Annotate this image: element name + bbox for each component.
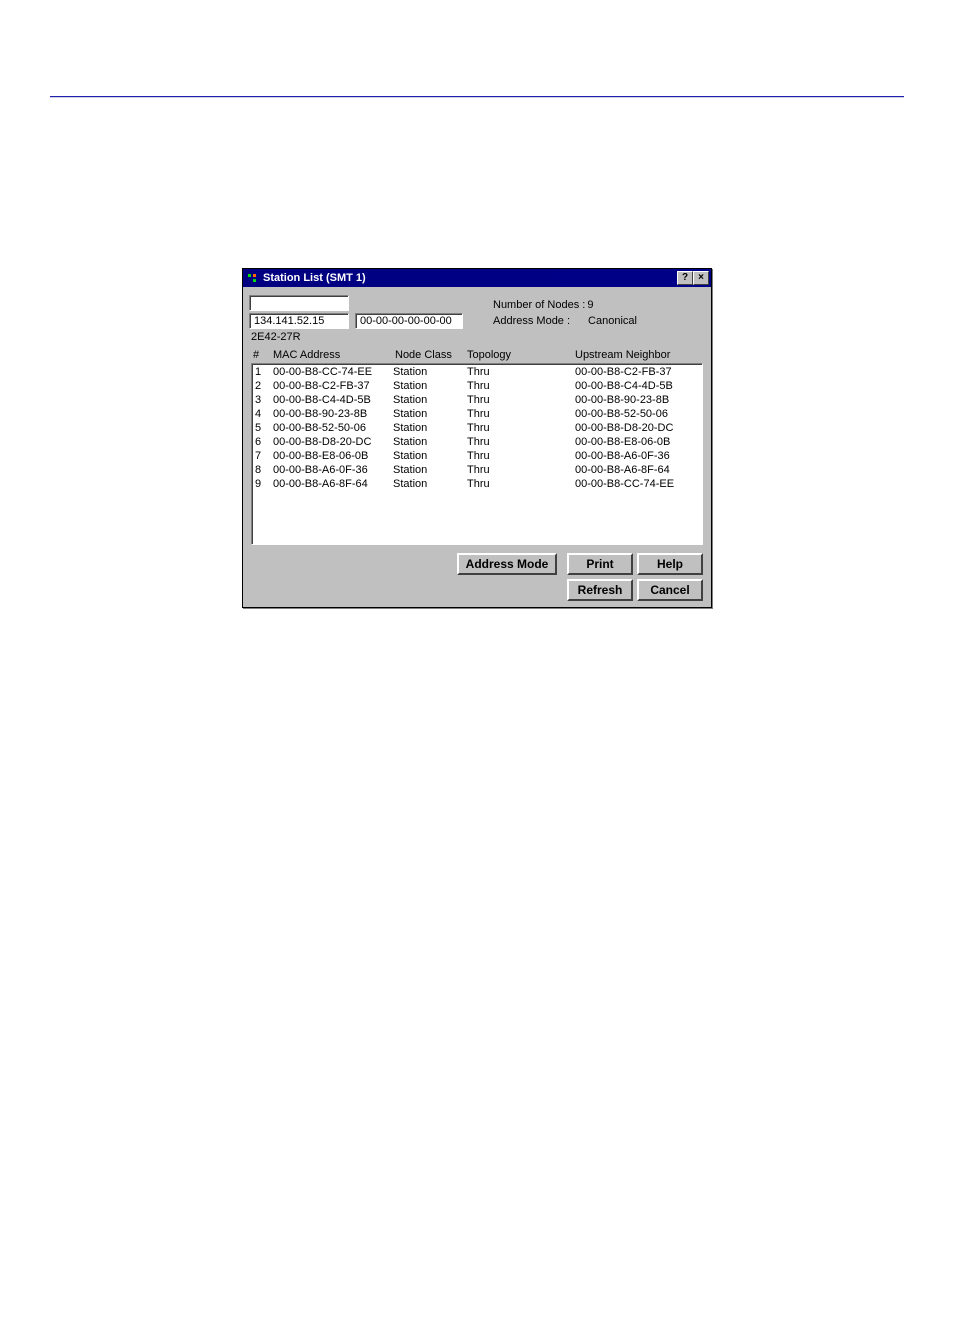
- table-row[interactable]: 600-00-B8-D8-20-DCStationThru00-00-B8-E8…: [255, 435, 699, 449]
- cell-class: Station: [393, 449, 467, 463]
- cell-num: 3: [255, 393, 273, 407]
- cell-mac: 00-00-B8-E8-06-0B: [273, 449, 393, 463]
- cell-neighbor: 00-00-B8-A6-8F-64: [575, 463, 699, 477]
- page-header-divider: [50, 96, 904, 98]
- cell-num: 8: [255, 463, 273, 477]
- cell-mac: 00-00-B8-C2-FB-37: [273, 379, 393, 393]
- cell-topology: Thru: [467, 379, 575, 393]
- cell-mac: 00-00-B8-C4-4D-5B: [273, 393, 393, 407]
- cell-neighbor: 00-00-B8-E8-06-0B: [575, 435, 699, 449]
- cell-class: Station: [393, 435, 467, 449]
- print-button[interactable]: Print: [567, 553, 633, 575]
- cell-class: Station: [393, 421, 467, 435]
- device-name: 2E42-27R: [249, 329, 463, 343]
- cell-neighbor: 00-00-B8-90-23-8B: [575, 393, 699, 407]
- cell-topology: Thru: [467, 421, 575, 435]
- dialog-body: 134.141.52.15 00-00-00-00-00-00 2E42-27R…: [243, 287, 711, 607]
- table-row[interactable]: 800-00-B8-A6-0F-36StationThru00-00-B8-A6…: [255, 463, 699, 477]
- cell-mac: 00-00-B8-D8-20-DC: [273, 435, 393, 449]
- titlebar[interactable]: Station List (SMT 1) ? ×: [243, 269, 711, 287]
- cell-mac: 00-00-B8-CC-74-EE: [273, 365, 393, 379]
- cell-topology: Thru: [467, 407, 575, 421]
- table-row[interactable]: 300-00-B8-C4-4D-5BStationThru00-00-B8-90…: [255, 393, 699, 407]
- table-row[interactable]: 100-00-B8-CC-74-EEStationThru00-00-B8-C2…: [255, 365, 699, 379]
- cell-num: 4: [255, 407, 273, 421]
- cancel-button[interactable]: Cancel: [637, 579, 703, 601]
- cell-num: 6: [255, 435, 273, 449]
- cell-class: Station: [393, 393, 467, 407]
- cell-neighbor: 00-00-B8-52-50-06: [575, 407, 699, 421]
- cell-class: Station: [393, 365, 467, 379]
- cell-topology: Thru: [467, 393, 575, 407]
- col-topology: Topology: [467, 349, 575, 361]
- cell-topology: Thru: [467, 435, 575, 449]
- cell-neighbor: 00-00-B8-D8-20-DC: [575, 421, 699, 435]
- cell-mac: 00-00-B8-52-50-06: [273, 421, 393, 435]
- station-listbox[interactable]: 100-00-B8-CC-74-EEStationThru00-00-B8-C2…: [251, 363, 703, 545]
- cell-neighbor: 00-00-B8-A6-0F-36: [575, 449, 699, 463]
- cell-class: Station: [393, 407, 467, 421]
- column-headers: # MAC Address Node Class Topology Upstre…: [249, 349, 705, 363]
- cell-num: 9: [255, 477, 273, 491]
- col-neighbor: Upstream Neighbor: [575, 349, 701, 361]
- cell-class: Station: [393, 463, 467, 477]
- table-row[interactable]: 400-00-B8-90-23-8BStationThru00-00-B8-52…: [255, 407, 699, 421]
- mode-value: Canonical: [588, 313, 637, 329]
- mac-field[interactable]: 00-00-00-00-00-00: [355, 313, 463, 329]
- cell-neighbor: 00-00-B8-CC-74-EE: [575, 477, 699, 491]
- cell-mac: 00-00-B8-90-23-8B: [273, 407, 393, 421]
- mode-label: Address Mode :: [493, 313, 570, 329]
- blank-field[interactable]: [249, 295, 349, 311]
- cell-class: Station: [393, 477, 467, 491]
- cell-class: Station: [393, 379, 467, 393]
- ip-field[interactable]: 134.141.52.15: [249, 313, 349, 329]
- cell-topology: Thru: [467, 477, 575, 491]
- app-icon: [245, 271, 259, 285]
- col-num: #: [253, 349, 273, 361]
- cell-neighbor: 00-00-B8-C4-4D-5B: [575, 379, 699, 393]
- table-row[interactable]: 700-00-B8-E8-06-0BStationThru00-00-B8-A6…: [255, 449, 699, 463]
- address-mode-button[interactable]: Address Mode: [457, 553, 557, 575]
- col-class: Node Class: [395, 349, 467, 361]
- cell-topology: Thru: [467, 463, 575, 477]
- cell-num: 2: [255, 379, 273, 393]
- nodes-label: Number of Nodes :: [493, 297, 585, 313]
- close-icon[interactable]: ×: [693, 271, 709, 285]
- cell-num: 7: [255, 449, 273, 463]
- cell-topology: Thru: [467, 365, 575, 379]
- cell-mac: 00-00-B8-A6-8F-64: [273, 477, 393, 491]
- station-list-dialog: Station List (SMT 1) ? × 134.141.52.15 0…: [242, 268, 712, 608]
- table-row[interactable]: 900-00-B8-A6-8F-64StationThru00-00-B8-CC…: [255, 477, 699, 491]
- nodes-value: 9: [587, 297, 593, 313]
- cell-neighbor: 00-00-B8-C2-FB-37: [575, 365, 699, 379]
- col-mac: MAC Address: [273, 349, 395, 361]
- window-title: Station List (SMT 1): [263, 272, 677, 284]
- cell-num: 1: [255, 365, 273, 379]
- cell-mac: 00-00-B8-A6-0F-36: [273, 463, 393, 477]
- refresh-button[interactable]: Refresh: [567, 579, 633, 601]
- help-icon[interactable]: ?: [677, 271, 693, 285]
- cell-num: 5: [255, 421, 273, 435]
- table-row[interactable]: 200-00-B8-C2-FB-37StationThru00-00-B8-C4…: [255, 379, 699, 393]
- help-button[interactable]: Help: [637, 553, 703, 575]
- table-row[interactable]: 500-00-B8-52-50-06StationThru00-00-B8-D8…: [255, 421, 699, 435]
- cell-topology: Thru: [467, 449, 575, 463]
